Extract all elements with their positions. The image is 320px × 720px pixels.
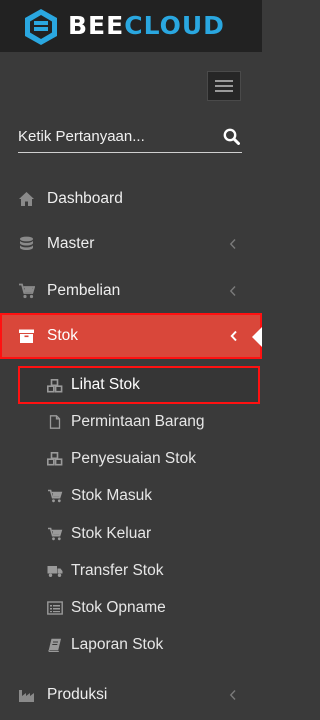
chevron-left-icon: [229, 286, 236, 296]
submenu-item-lihat-stok[interactable]: Lihat Stok: [18, 366, 260, 404]
cubes-icon: [47, 379, 63, 393]
sidebar-item-produksi[interactable]: Produksi: [0, 677, 262, 713]
chevron-left-icon: [229, 690, 236, 700]
sidebar-item-label: Pembelian: [47, 282, 121, 299]
cart-icon: [48, 489, 63, 503]
file-icon: [49, 415, 61, 429]
sidebar-item-stok[interactable]: Stok: [0, 313, 262, 359]
sidebar-item-label: Stok: [47, 327, 79, 344]
beecloud-logo-icon: [25, 9, 57, 45]
sidebar-item-pembelian[interactable]: Pembelian: [0, 273, 262, 309]
factory-icon: [19, 690, 34, 702]
submenu-item-label: Transfer Stok: [71, 562, 164, 579]
submenu-item-laporan-stok[interactable]: Laporan Stok: [18, 627, 260, 663]
brand-header: BEECLOUD: [0, 0, 262, 52]
active-indicator: [252, 327, 262, 347]
search-bar: [18, 122, 242, 153]
submenu-item-label: Stok Keluar: [71, 525, 152, 542]
sidebar-toggle-button[interactable]: [207, 71, 241, 101]
submenu-item-permintaan-barang[interactable]: Permintaan Barang: [18, 404, 260, 440]
home-icon: [19, 192, 34, 206]
cubes-icon: [47, 452, 63, 466]
sidebar-item-label: Produksi: [47, 686, 108, 703]
submenu-item-transfer-stok[interactable]: Transfer Stok: [18, 553, 260, 589]
submenu-item-label: Stok Opname: [71, 599, 166, 616]
sidebar-item-master[interactable]: Master: [0, 226, 262, 262]
hamburger-line: [215, 85, 233, 87]
cart-icon: [19, 283, 35, 299]
brand-name: BEECLOUD: [68, 10, 225, 42]
submenu-item-label: Stok Masuk: [71, 487, 152, 504]
search-input[interactable]: [18, 122, 213, 150]
hamburger-line: [215, 80, 233, 82]
chevron-left-icon: [230, 330, 237, 342]
submenu-item-label: Laporan Stok: [71, 636, 164, 653]
search-icon[interactable]: [223, 128, 240, 145]
hamburger-line: [215, 90, 233, 92]
book-icon: [48, 638, 61, 652]
submenu-item-label: Penyesuaian Stok: [71, 450, 196, 467]
database-icon: [20, 236, 33, 250]
list-icon: [47, 601, 63, 615]
brand-name-part1: BEE: [68, 11, 125, 40]
submenu-item-label: Permintaan Barang: [71, 413, 205, 430]
truck-icon: [47, 566, 63, 577]
chevron-left-icon: [229, 239, 236, 249]
sidebar-item-label: Dashboard: [47, 190, 123, 207]
cart-icon: [48, 527, 63, 541]
submenu-item-label: Lihat Stok: [71, 376, 140, 393]
submenu-item-stok-opname[interactable]: Stok Opname: [18, 590, 260, 626]
sidebar-item-label: Master: [47, 235, 95, 252]
submenu-item-stok-keluar[interactable]: Stok Keluar: [18, 516, 260, 552]
brand-name-part2: CLOUD: [124, 11, 225, 40]
box-icon: [19, 329, 34, 343]
submenu-item-stok-masuk[interactable]: Stok Masuk: [18, 478, 260, 514]
submenu-item-penyesuaian-stok[interactable]: Penyesuaian Stok: [18, 441, 260, 477]
sidebar-item-dashboard[interactable]: Dashboard: [0, 181, 262, 217]
